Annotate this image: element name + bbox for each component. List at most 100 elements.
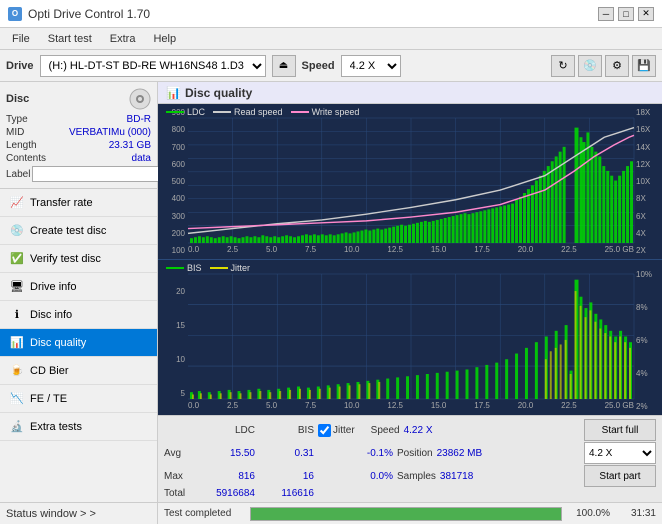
buttons-area: Start full bbox=[584, 419, 656, 441]
y-label-4x: 4X bbox=[634, 229, 662, 238]
eject-button[interactable]: ⏏ bbox=[272, 55, 296, 77]
nav-cd-bier[interactable]: 🍺 CD Bier bbox=[0, 357, 157, 385]
menu-help[interactable]: Help bbox=[145, 31, 184, 47]
y-label-2x: 2X bbox=[634, 246, 662, 255]
y-label-600: 600 bbox=[158, 160, 188, 169]
nav-disc-quality-label: Disc quality bbox=[30, 337, 86, 349]
maximize-button[interactable]: □ bbox=[618, 7, 634, 21]
nav-fe-te[interactable]: 📉 FE / TE bbox=[0, 385, 157, 413]
y-label-10: 10 bbox=[158, 355, 188, 364]
x-label-b-17-5: 17.5 bbox=[474, 401, 490, 415]
x-label-b-25: 25.0 GB bbox=[605, 401, 634, 415]
nav-disc-quality[interactable]: 📊 Disc quality bbox=[0, 329, 157, 357]
minimize-button[interactable]: ─ bbox=[598, 7, 614, 21]
nav-drive-info[interactable]: 🖥 Drive info bbox=[0, 273, 157, 301]
status-window[interactable]: Status window > > bbox=[0, 502, 157, 524]
x-label-0: 0.0 bbox=[188, 245, 199, 259]
x-label-25: 25.0 GB bbox=[605, 245, 634, 259]
ldc-col-header: LDC bbox=[200, 425, 255, 436]
jitter-checkbox[interactable] bbox=[318, 424, 331, 437]
nav-transfer-rate-label: Transfer rate bbox=[30, 197, 93, 209]
legend-read-speed: Read speed bbox=[213, 107, 283, 117]
disc-icon bbox=[129, 88, 151, 110]
label-input[interactable] bbox=[32, 166, 170, 182]
speed-info: Speed 4.22 X bbox=[371, 425, 433, 436]
type-value: BD-R bbox=[127, 114, 151, 125]
nav-extra-tests[interactable]: 🔬 Extra tests bbox=[0, 413, 157, 441]
legend-bis-label: BIS bbox=[187, 263, 202, 273]
nav-disc-info[interactable]: ℹ Disc info bbox=[0, 301, 157, 329]
mid-value: VERBATIMu (000) bbox=[69, 127, 151, 138]
legend-read-speed-color bbox=[213, 111, 231, 113]
x-label-b-22-5: 22.5 bbox=[561, 401, 577, 415]
nav-verify-test-disc[interactable]: ✅ Verify test disc bbox=[0, 245, 157, 273]
start-full-button[interactable]: Start full bbox=[584, 419, 656, 441]
verify-test-disc-icon: ✅ bbox=[10, 252, 24, 266]
pos-info: Position 23862 MB bbox=[397, 448, 482, 459]
legend-top: LDC Read speed Write speed bbox=[166, 107, 359, 117]
total-label: Total bbox=[164, 488, 196, 499]
top-chart-canvas bbox=[188, 118, 634, 243]
menu-file[interactable]: File bbox=[4, 31, 38, 47]
window-controls: ─ □ ✕ bbox=[598, 7, 654, 21]
speed-dropdown[interactable]: 4.2 X bbox=[584, 442, 656, 464]
y-label-300: 300 bbox=[158, 212, 188, 221]
stats-header-row: LDC BIS Jitter Speed 4.22 X Start full bbox=[164, 419, 656, 441]
bottom-chart: BIS Jitter 20 15 10 5 bbox=[158, 260, 662, 415]
nav-drive-info-label: Drive info bbox=[30, 281, 76, 293]
x-label-7-5: 7.5 bbox=[305, 245, 316, 259]
y-axis-left-top: 900 800 700 600 500 400 300 200 100 bbox=[158, 104, 188, 259]
x-label-b-0: 0.0 bbox=[188, 401, 199, 415]
drive-select[interactable]: (H:) HL-DT-ST BD-RE WH16NS48 1.D3 bbox=[40, 55, 266, 77]
progress-label: Test completed bbox=[164, 508, 244, 519]
bottom-chart-svg bbox=[188, 274, 634, 399]
refresh-icon-button[interactable]: ↻ bbox=[551, 55, 575, 77]
y-label-10x: 10X bbox=[634, 177, 662, 186]
menu-extra[interactable]: Extra bbox=[102, 31, 144, 47]
position-label: Position bbox=[397, 448, 433, 459]
save-icon-button[interactable]: 💾 bbox=[632, 55, 656, 77]
x-label-b-5: 5.0 bbox=[266, 401, 277, 415]
settings-icon-button[interactable]: ⚙ bbox=[605, 55, 629, 77]
samples-label: Samples bbox=[397, 471, 436, 482]
speed-select[interactable]: 4.2 X bbox=[341, 55, 401, 77]
menu-start-test[interactable]: Start test bbox=[40, 31, 100, 47]
app-title: Opti Drive Control 1.70 bbox=[28, 7, 150, 21]
y-label-8pct: 8% bbox=[634, 303, 662, 312]
type-label: Type bbox=[6, 114, 28, 125]
samples-info: Samples 381718 bbox=[397, 471, 473, 482]
disc-quality-header: 📊 Disc quality bbox=[158, 82, 662, 104]
legend-jitter-label: Jitter bbox=[231, 263, 251, 273]
title-bar: O Opti Drive Control 1.70 ─ □ ✕ bbox=[0, 0, 662, 28]
bis-max: 16 bbox=[259, 471, 314, 482]
disc-info-icon: ℹ bbox=[10, 308, 24, 322]
nav-create-test-disc[interactable]: 💿 Create test disc bbox=[0, 217, 157, 245]
disc-icon-button[interactable]: 💿 bbox=[578, 55, 602, 77]
contents-label: Contents bbox=[6, 153, 46, 164]
speed-label: Speed bbox=[302, 60, 335, 72]
position-value: 23862 MB bbox=[437, 448, 483, 459]
jitter-avg: -0.1% bbox=[318, 448, 393, 459]
sidebar: Disc Type BD-R MID VERBATIMu (000) Lengt… bbox=[0, 82, 158, 524]
stats-avg-row: Avg 15.50 0.31 -0.1% Position 23862 MB 4… bbox=[164, 442, 656, 464]
y-label-700: 700 bbox=[158, 143, 188, 152]
app-icon: O bbox=[8, 7, 22, 21]
y-label-6x: 6X bbox=[634, 212, 662, 221]
content-area: 📊 Disc quality LDC Read speed bbox=[158, 82, 662, 524]
nav-transfer-rate[interactable]: 📈 Transfer rate bbox=[0, 189, 157, 217]
y-label-12x: 12X bbox=[634, 160, 662, 169]
progress-time: 31:31 bbox=[616, 508, 656, 519]
start-part-button[interactable]: Start part bbox=[584, 465, 656, 487]
close-button[interactable]: ✕ bbox=[638, 7, 654, 21]
legend-write-speed-color bbox=[291, 111, 309, 113]
nav-fe-te-label: FE / TE bbox=[30, 393, 67, 405]
x-label-15: 15.0 bbox=[431, 245, 447, 259]
y-label-100: 100 bbox=[158, 246, 188, 255]
y-label-6pct: 6% bbox=[634, 336, 662, 345]
jitter-check: Jitter bbox=[318, 424, 355, 437]
x-label-5: 5.0 bbox=[266, 245, 277, 259]
ldc-max: 816 bbox=[200, 471, 255, 482]
y-label-10pct: 10% bbox=[634, 270, 662, 279]
x-label-20: 20.0 bbox=[518, 245, 534, 259]
legend-bis-color bbox=[166, 267, 184, 269]
